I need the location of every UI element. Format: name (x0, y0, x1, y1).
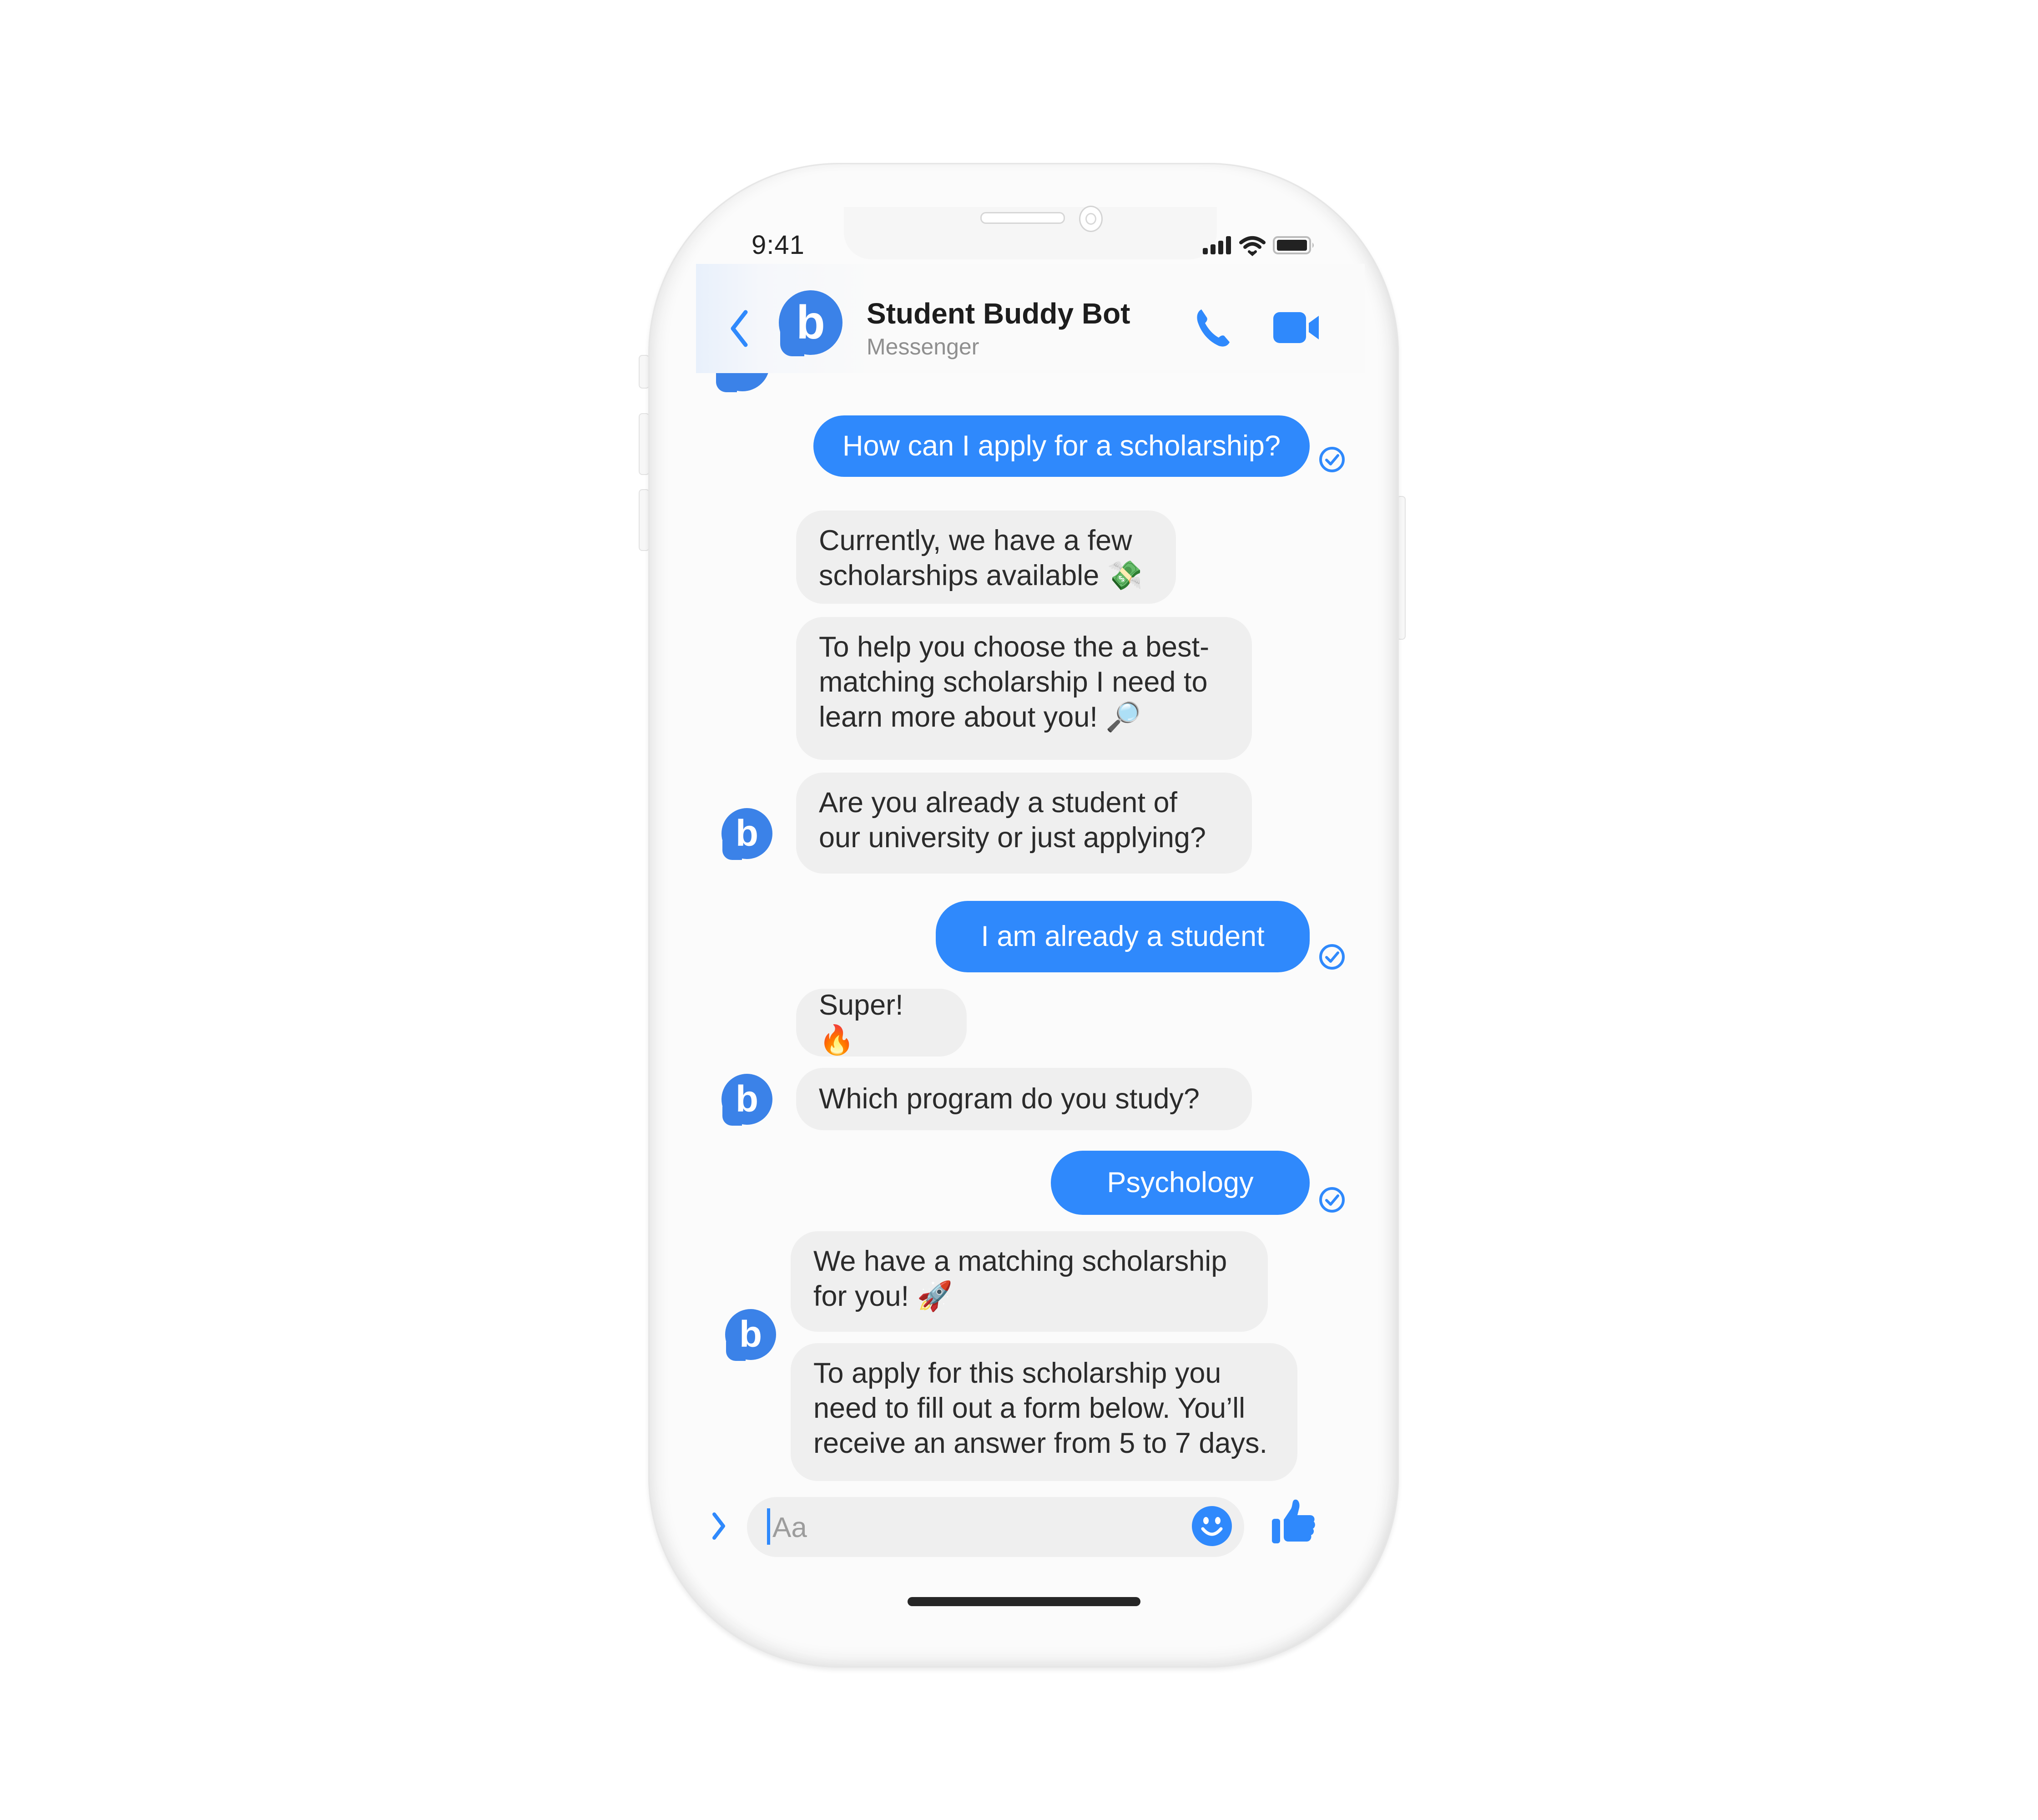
call-button[interactable] (1190, 305, 1235, 350)
chat-subtitle: Messenger (867, 334, 979, 359)
phone-icon (1197, 309, 1230, 347)
back-button[interactable] (726, 305, 753, 350)
video-call-button[interactable] (1271, 309, 1322, 346)
chevron-left-icon (731, 310, 748, 347)
header-avatar[interactable]: b (779, 290, 842, 356)
chat-title: Student Buddy Bot (867, 297, 1130, 330)
video-camera-icon (1273, 312, 1319, 343)
